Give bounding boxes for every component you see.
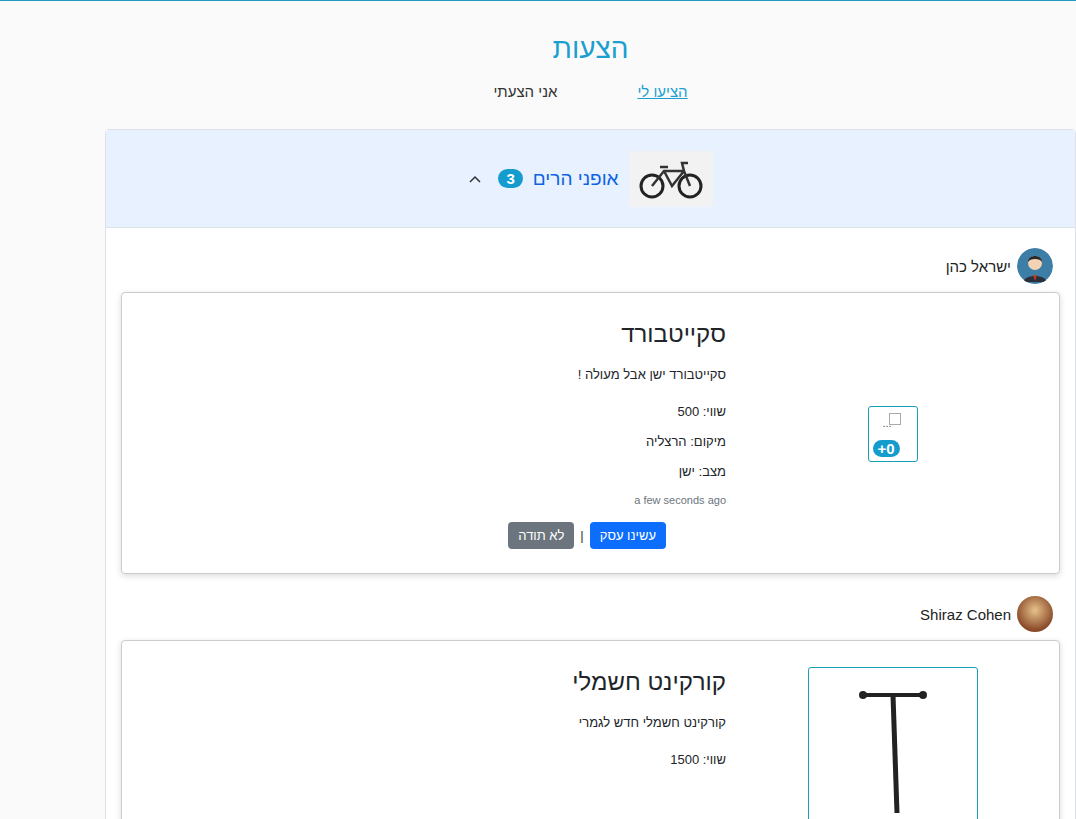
offer-image[interactable] [808, 667, 978, 819]
offer-detail: שווי: 1500 [122, 752, 726, 768]
accordion: אופני הרים3ישראל כהן...+0סקייטבורדסקייטב… [105, 129, 1076, 819]
accordion-title: אופני הרים [533, 168, 619, 190]
accordion-header[interactable]: אופני הרים 3 [106, 130, 1075, 228]
offer-detail: מיקום: הרצליה [122, 434, 726, 450]
offers-page: הצעות הציעו לי אני הצעתי אופני הרים 3 ישראל כ… [0, 0, 1076, 819]
offer: ישראל כהן... +0 סקייטבורד סקייטבורד ישן אבל… [121, 248, 1060, 574]
bike-icon [636, 157, 706, 201]
primary-button[interactable]: עשינו עסק [590, 522, 666, 549]
offer: Shiraz Cohen קורקינט חשמלי קורקינט חשמלי ח… [121, 596, 1060, 819]
offer-user: Shiraz Cohen [121, 596, 1060, 632]
tabs: הציעו לי אני הצעתי [105, 83, 1076, 117]
scooter-icon [833, 683, 953, 813]
offer-image[interactable]: ... +0 [868, 406, 918, 462]
offer-user: ישראל כהן [121, 248, 1060, 284]
avatar [1017, 596, 1053, 632]
avatar [1017, 248, 1053, 284]
user-name: Shiraz Cohen [920, 606, 1011, 623]
content: הצעות הציעו לי אני הצעתי אופני הרים 3 ישראל כ… [105, 1, 1076, 819]
person-icon [1017, 248, 1053, 284]
offer-title: קורקינט חשמלי [122, 667, 726, 697]
image-alt: ... [883, 417, 892, 429]
user-name: ישראל כהן [946, 258, 1011, 275]
page-title: הצעות [105, 1, 1076, 67]
separator: | [580, 528, 583, 543]
secondary-button[interactable]: לא תודה [508, 522, 574, 549]
offer-description: סקייטבורד ישן אבל מעולה ! [122, 367, 726, 382]
offer-actions: עשינו עסק | לא תודה [122, 522, 726, 549]
top-line [0, 0, 1076, 1]
count-badge: 3 [498, 169, 522, 188]
image-column: ... +0 [726, 319, 1059, 549]
offer-card: קורקינט חשמלי קורקינט חשמלי חדש לגמרי שווי… [121, 640, 1060, 819]
image-count-badge: +0 [873, 440, 900, 457]
offer-details: סקייטבורד סקייטבורד ישן אבל מעולה ! שווי: … [122, 319, 726, 549]
offer-card: ... +0 סקייטבורד סקייטבורד ישן אבל מעולה ! ש… [121, 292, 1060, 574]
tab[interactable]: הציעו לי [637, 83, 687, 117]
bike-image [629, 151, 713, 207]
offer-detail: מצב: ישן [122, 464, 726, 480]
offer-details: קורקינט חשמלי קורקינט חשמלי חדש לגמרי שווי… [122, 667, 726, 819]
tab[interactable]: אני הצעתי [493, 83, 557, 117]
offer-description: קורקינט חשמלי חדש לגמרי [122, 715, 726, 730]
chevron-icon[interactable] [468, 174, 482, 184]
offer-time: a few seconds ago [122, 494, 726, 506]
image-column [726, 667, 1059, 819]
offer-title: סקייטבורד [122, 319, 726, 349]
accordion-body: ישראל כהן... +0 סקייטבורד סקייטבורד ישן אבל… [106, 228, 1075, 819]
offer-detail: שווי: 500 [122, 404, 726, 420]
